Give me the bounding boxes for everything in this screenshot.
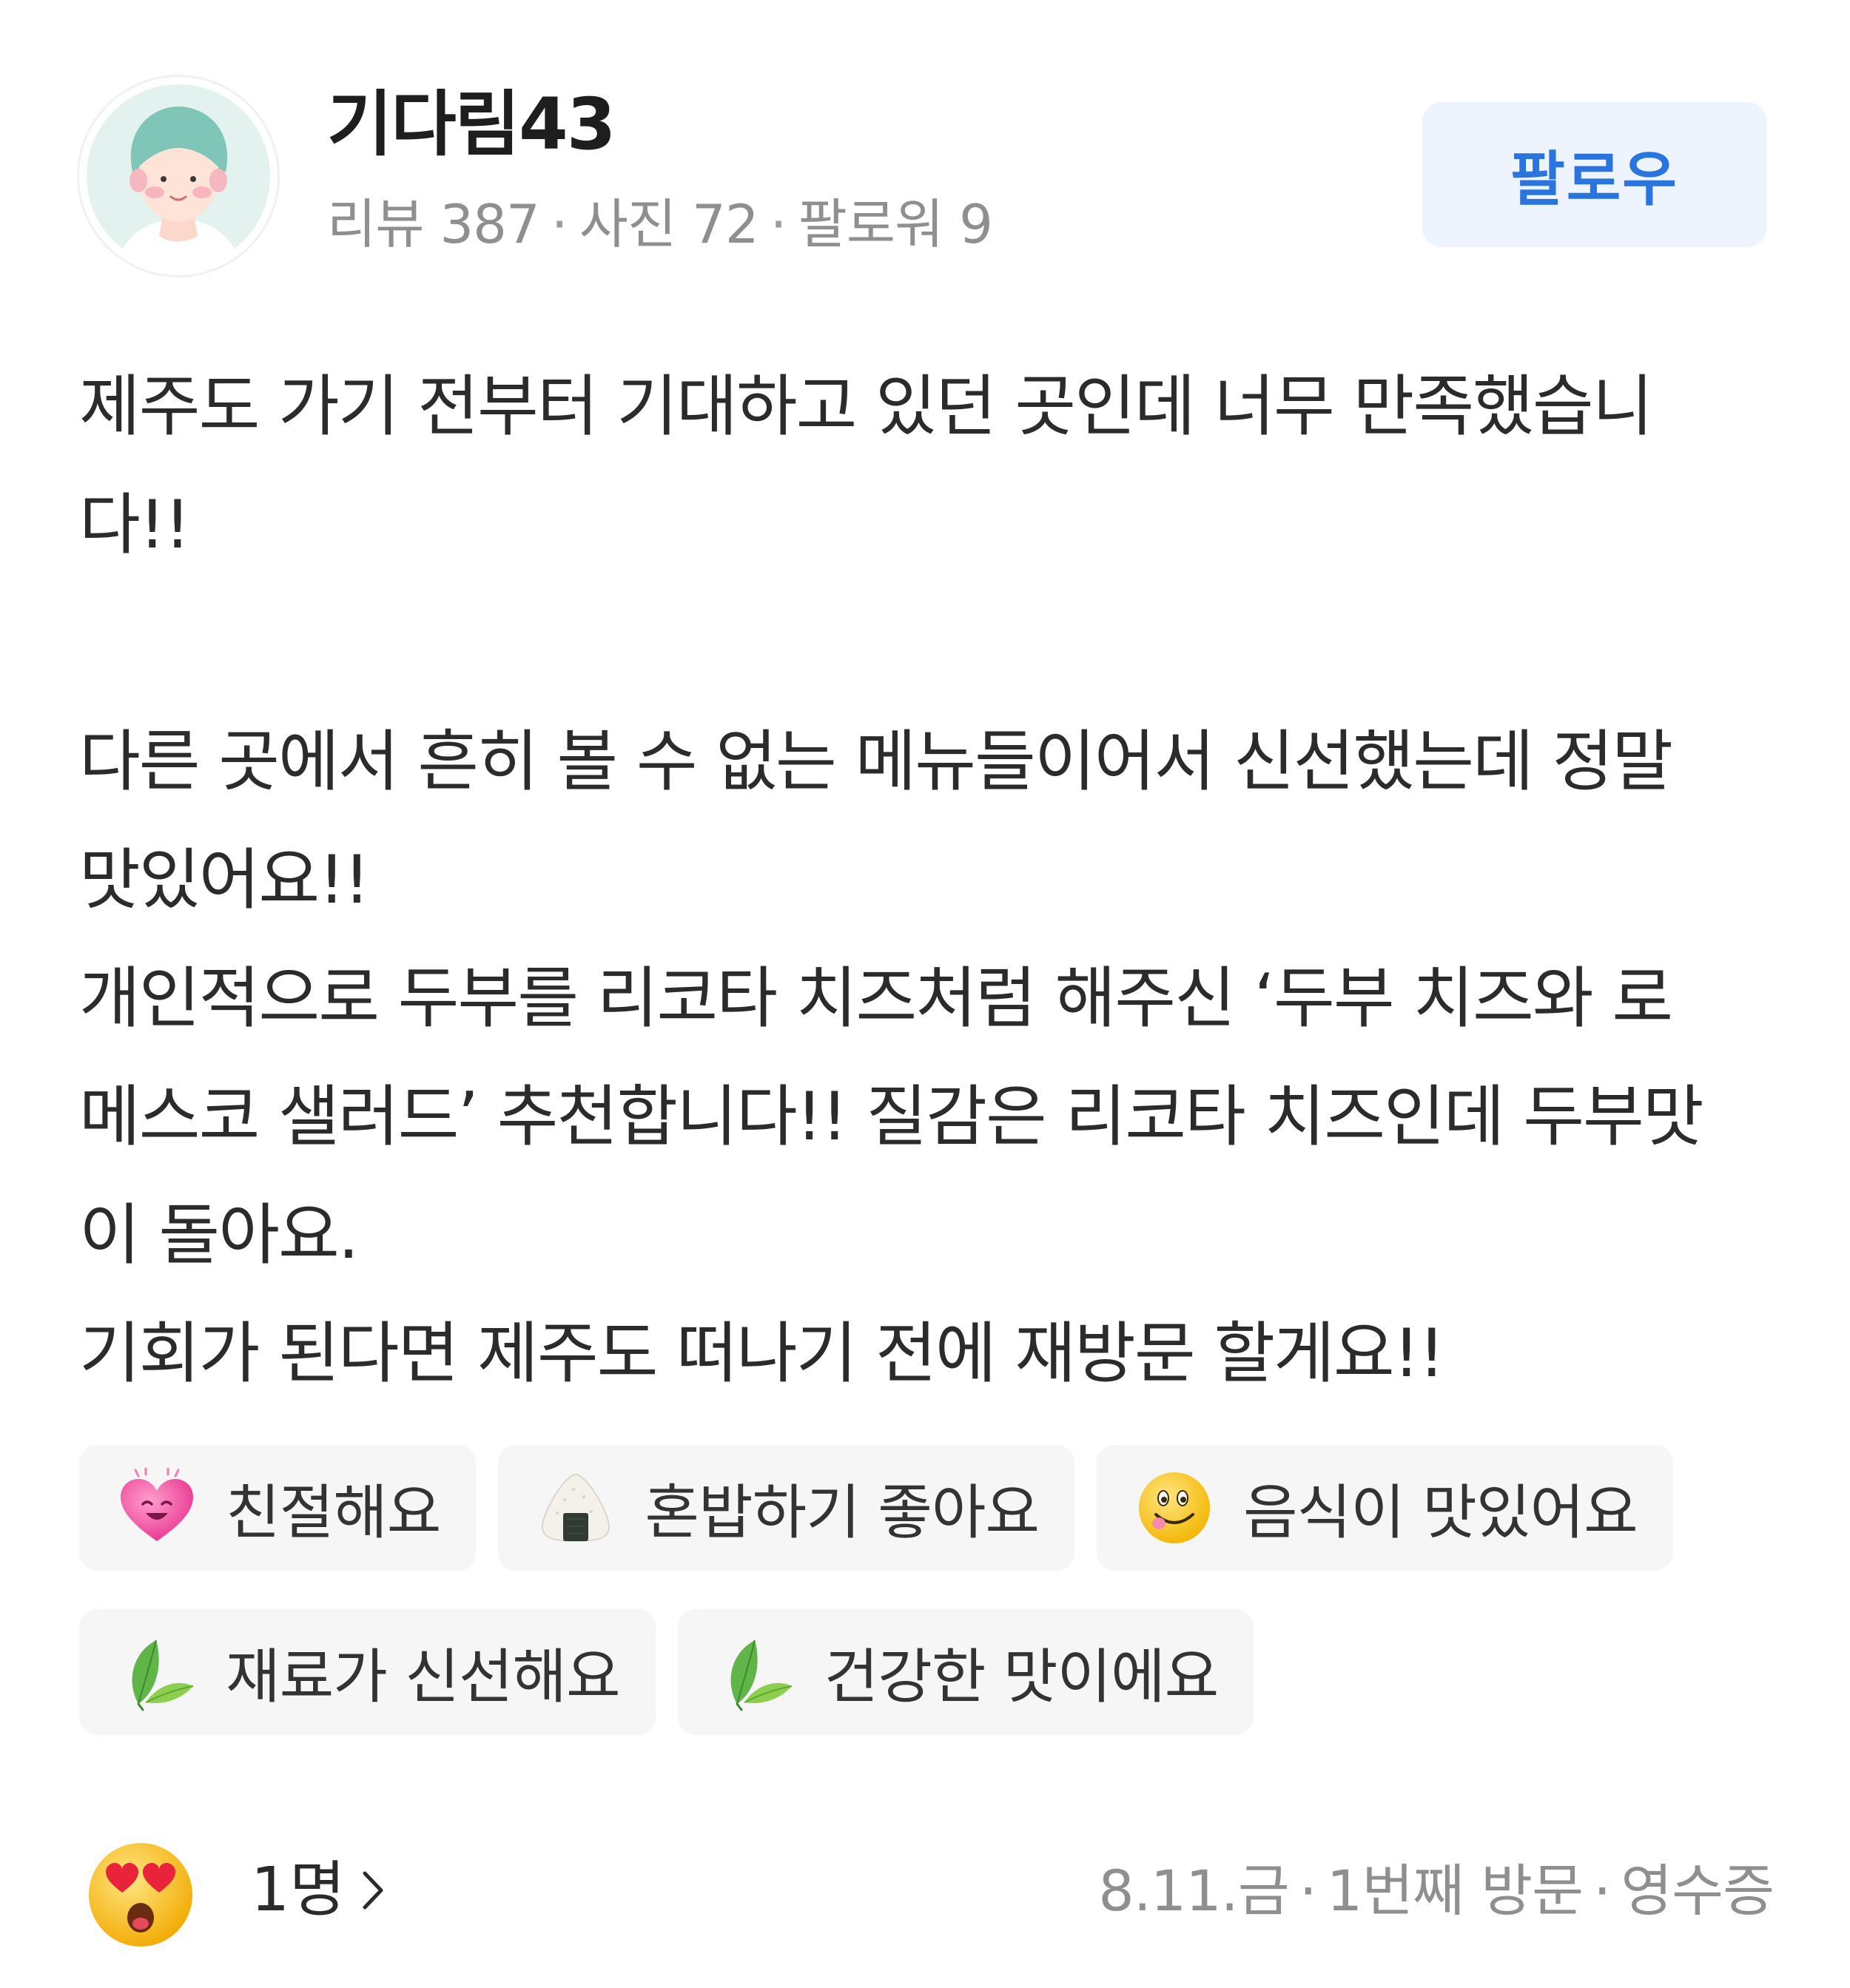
- leaf-icon: [132, 1640, 194, 1711]
- separator-dot: ·: [1299, 1858, 1317, 1924]
- smiling-heart-icon: [121, 1467, 193, 1541]
- tag-solo-dining: 혼밥하기 좋아요: [498, 1445, 1075, 1571]
- review-line: 다른 곳에서 흔히 볼 수 없는 메뉴들이어서 신선했는데 정말: [79, 723, 1673, 801]
- tag-label: 음식이 맛있어요: [1243, 1478, 1638, 1547]
- receipt-verification[interactable]: 영수증: [1621, 1858, 1775, 1924]
- username[interactable]: 기다림43: [327, 85, 616, 164]
- reaction-count: 1명: [251, 1855, 346, 1925]
- separator-dot: ·: [551, 193, 568, 255]
- review-line: 기회가 된다면 제주도 떠나기 전에 재방문 할게요!!: [79, 1315, 1445, 1392]
- review-line: 이 돌아요.: [79, 1196, 359, 1274]
- review-line: 제주도 가기 전부터 기대하고 있던 곳인데 너무 만족했습니: [79, 368, 1653, 445]
- review-line: 맛있어요!!: [79, 841, 370, 919]
- separator-dot: ·: [1593, 1858, 1611, 1924]
- review-count: 리뷰 387: [327, 193, 540, 255]
- review-line: 개인적으로 두부를 리코타 치즈처럼 해주신 ‘두부 치즈와 로: [79, 960, 1673, 1037]
- tag-tasty-food: 음식이 맛있어요: [1097, 1445, 1673, 1571]
- tag-label: 친절해요: [226, 1478, 441, 1547]
- avatar-illustration: [87, 84, 270, 268]
- review-line: 다!!: [79, 486, 191, 564]
- review-footer: 1명 8.11.금 · 1번째 방문 · 영수증: [79, 1835, 1775, 1953]
- review-body: 제주도 가기 전부터 기대하고 있던 곳인데 너무 만족했습니 다!! 다른 곳…: [79, 348, 1774, 1413]
- leaf-icon: [730, 1640, 792, 1711]
- visit-count: 1번째 방문: [1326, 1858, 1584, 1924]
- yummy-face-icon: [1139, 1472, 1211, 1543]
- tag-label: 혼밥하기 좋아요: [645, 1478, 1040, 1547]
- rice-ball-icon: [542, 1473, 610, 1543]
- tag-row: 친절해요 혼밥하기 좋아요 음식이 맛있어요: [79, 1445, 1774, 1571]
- follower-count: 팔로워 9: [798, 193, 993, 255]
- separator-dot: ·: [770, 193, 787, 255]
- review-blank-line: [79, 584, 1774, 703]
- heart-eyes-emoji-icon[interactable]: [85, 1839, 196, 1950]
- tag-healthy-taste: 건강한 맛이에요: [677, 1609, 1254, 1735]
- tag-label: 건강한 맛이에요: [824, 1642, 1220, 1711]
- tag-row: 재료가 신선해요 건강한 맛이에요: [79, 1609, 1774, 1735]
- chevron-right-icon: [363, 1871, 383, 1910]
- follow-button[interactable]: 팔로우: [1422, 102, 1766, 247]
- avatar[interactable]: [79, 77, 278, 275]
- review-line: 메스코 샐러드’ 추천합니다!! 질감은 리코타 치즈인데 두부맛: [79, 1078, 1704, 1156]
- tag-label: 재료가 신선해요: [226, 1642, 621, 1711]
- reviewer-header: 기다림43 리뷰 387 · 사진 72 · 팔로워 9 팔로우: [79, 77, 1766, 284]
- photo-count: 사진 72: [579, 193, 759, 255]
- person-avatar-icon: [116, 107, 240, 268]
- tag-fresh-ingredients: 재료가 신선해요: [79, 1609, 656, 1735]
- keyword-tags: 친절해요 혼밥하기 좋아요 음식이 맛있어요 재료가 신선해요 건강한 맛이에요: [79, 1445, 1774, 1773]
- user-stats: 리뷰 387 · 사진 72 · 팔로워 9: [327, 193, 993, 255]
- visit-date: 8.11.금: [1098, 1858, 1289, 1924]
- reaction-count-link[interactable]: 1명: [251, 1854, 391, 1927]
- visit-meta: 8.11.금 · 1번째 방문 · 영수증: [1098, 1857, 1775, 1924]
- tag-kind: 친절해요: [79, 1445, 477, 1571]
